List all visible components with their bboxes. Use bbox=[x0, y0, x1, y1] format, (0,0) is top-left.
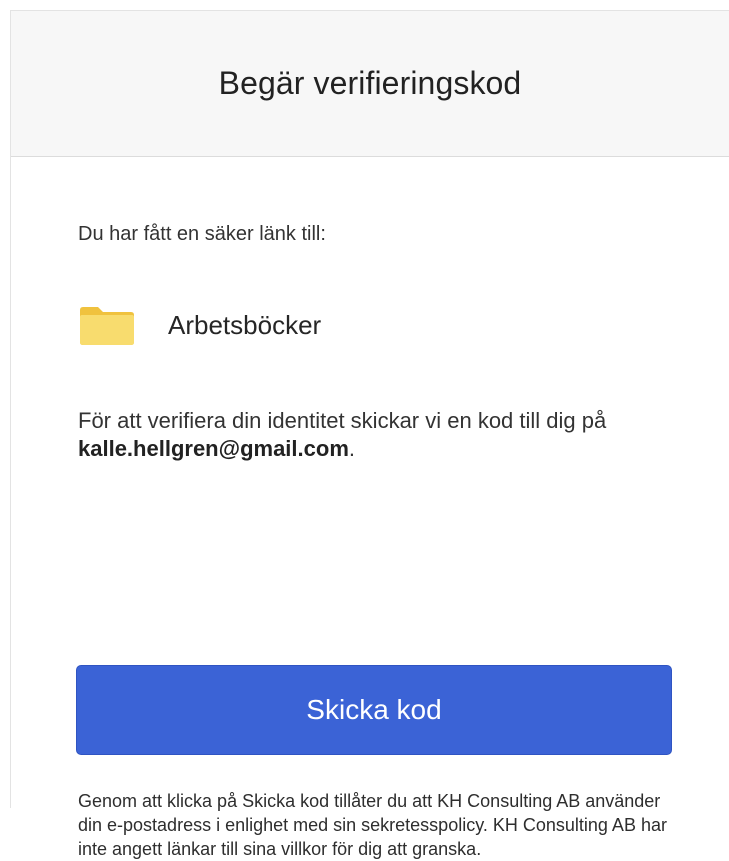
consent-text: Genom att klicka på Skicka kod tillåter … bbox=[78, 791, 667, 859]
send-code-button[interactable]: Skicka kod bbox=[76, 665, 672, 755]
verify-text-after: . bbox=[348, 436, 355, 461]
verify-email: kalle.hellgren@gmail.com bbox=[78, 436, 349, 461]
dialog-title: Begär verifieringskod bbox=[218, 65, 522, 101]
intro-text: Du har fått en säker länk till: bbox=[78, 223, 326, 245]
shared-item-name: Arbetsböcker bbox=[168, 309, 322, 340]
dialog-header: Begär verifieringskod bbox=[11, 11, 729, 157]
verification-dialog: Begär verifieringskod Du har fått en säk… bbox=[10, 10, 729, 859]
folder-icon bbox=[78, 304, 136, 346]
verify-text: För att verifiera din identitet skickar … bbox=[78, 407, 678, 463]
shared-item: Arbetsböcker bbox=[78, 297, 321, 353]
verify-text-before: För att verifiera din identitet skickar … bbox=[78, 408, 607, 433]
